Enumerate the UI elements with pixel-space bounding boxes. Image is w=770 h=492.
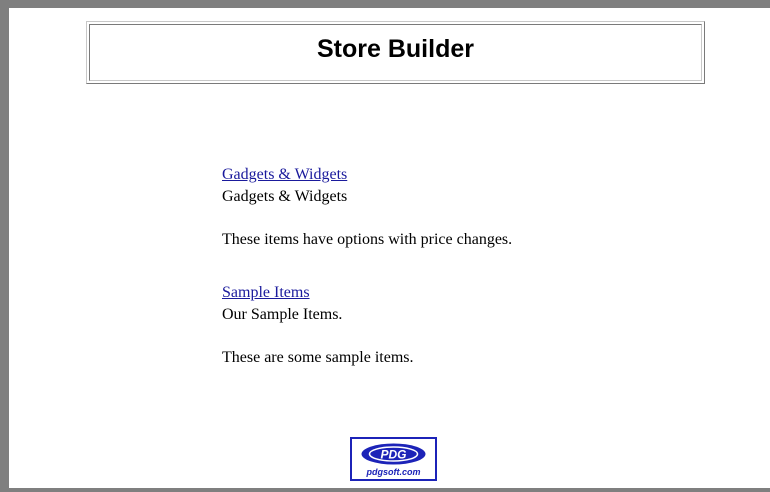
logo-mark-text: PDG: [380, 448, 406, 462]
category-item: Sample Items Our Sample Items. These are…: [222, 282, 512, 369]
window-frame-left: [0, 0, 9, 492]
category-link-gadgets-widgets[interactable]: Gadgets & Widgets: [222, 164, 512, 186]
page-title: Store Builder: [317, 35, 474, 63]
page-header: Store Builder: [86, 21, 705, 84]
category-name: Gadgets & Widgets: [222, 188, 348, 205]
window-frame-bottom: [0, 488, 770, 492]
category-list: Gadgets & Widgets Gadgets & Widgets Thes…: [222, 164, 512, 369]
logo-caption-text: pdgsoft.com: [366, 467, 421, 477]
category-link-sample-items[interactable]: Sample Items: [222, 282, 512, 304]
category-item: Gadgets & Widgets Gadgets & Widgets Thes…: [222, 164, 512, 251]
pdgsoft-logo[interactable]: PDG pdgsoft.com: [350, 437, 437, 481]
category-description: These are some sample items.: [222, 349, 414, 366]
pdg-logo-icon: PDG pdgsoft.com: [361, 443, 426, 477]
page-header-inner: Store Builder: [89, 24, 702, 81]
category-description: These items have options with price chan…: [222, 231, 513, 248]
category-name: Our Sample Items.: [222, 306, 343, 323]
window-frame-top: [0, 0, 770, 8]
